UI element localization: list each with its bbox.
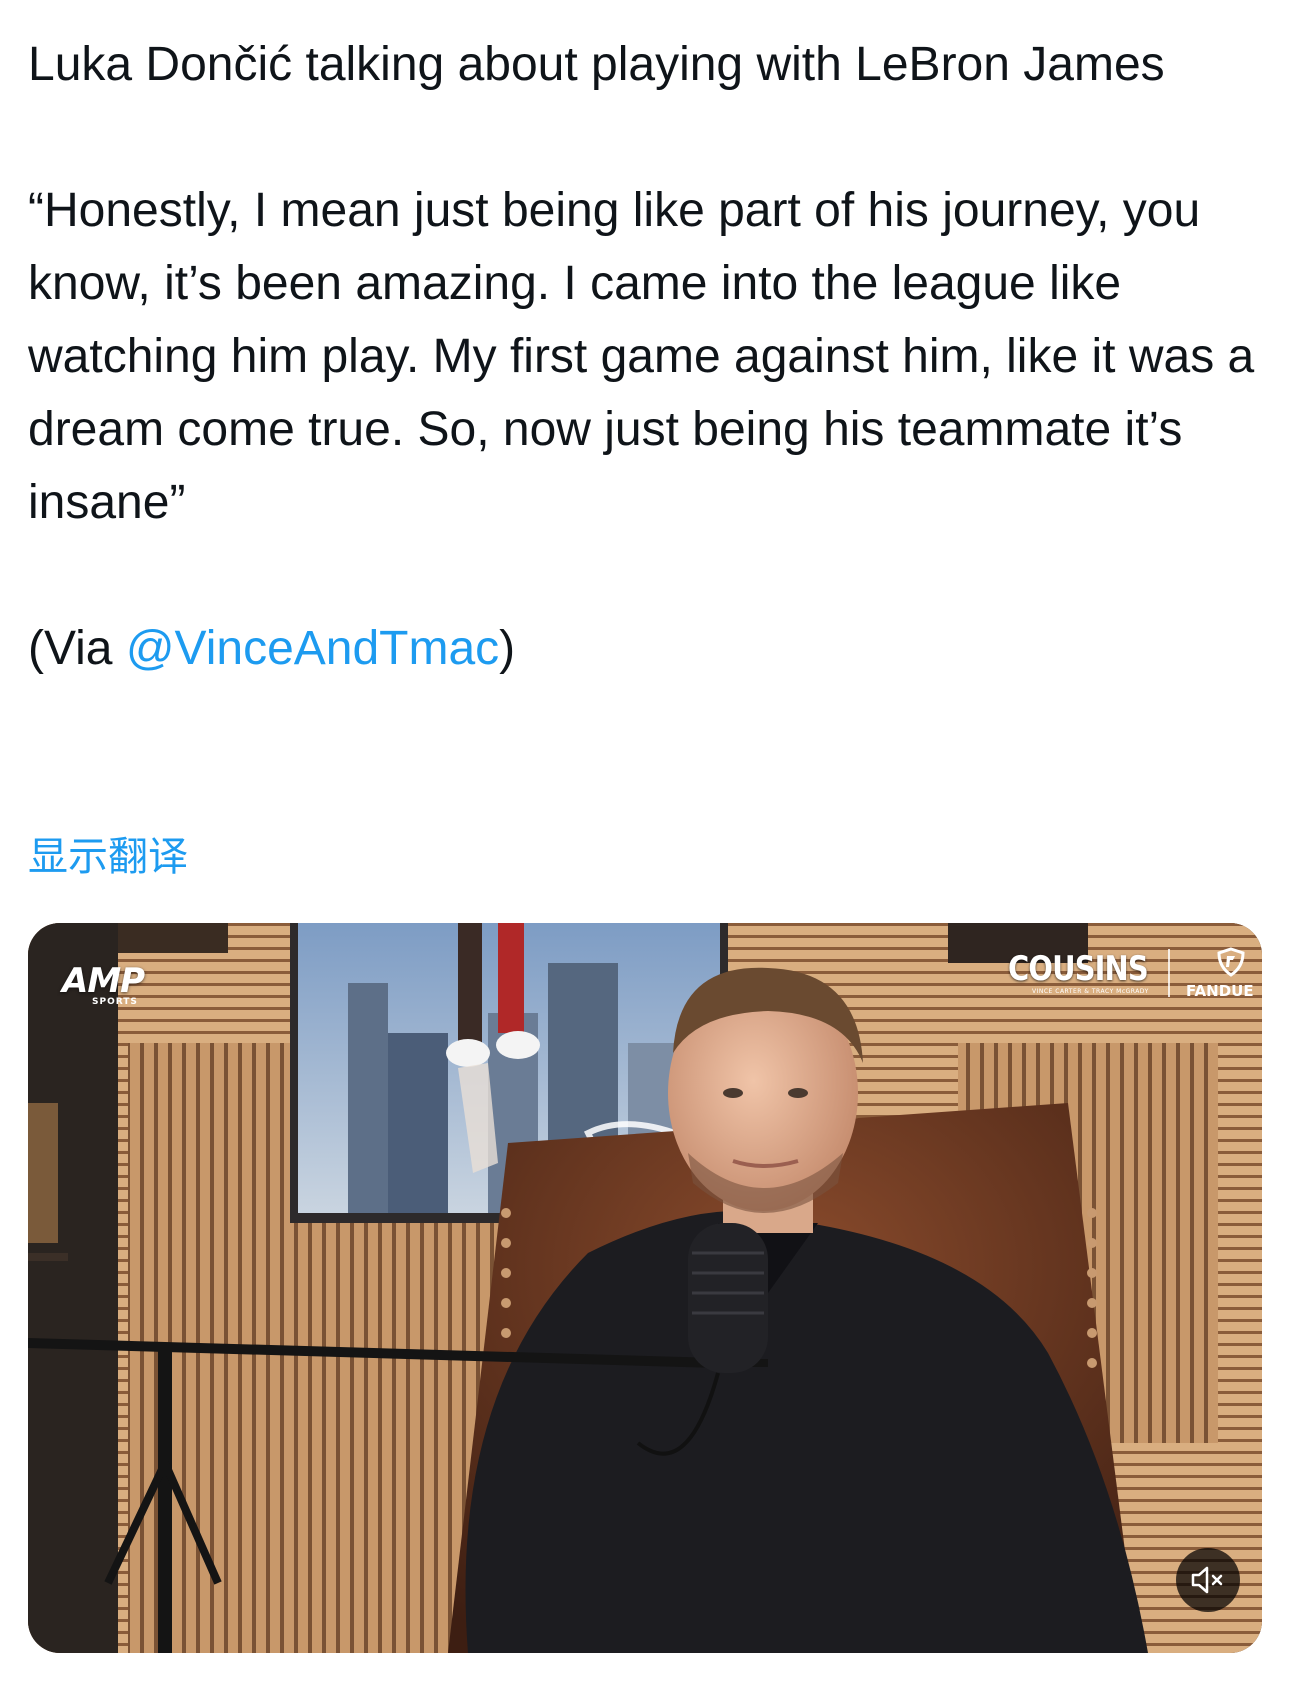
via-prefix: (Via (28, 622, 126, 675)
tweet-via: (Via @VinceAndTmac) (28, 612, 1262, 685)
cousins-logo-subtitle: VINCE CARTER & TRACY McGRADY (1032, 988, 1149, 995)
tweet-quote: “Honestly, I mean just being like part o… (28, 184, 1255, 529)
video-frame (28, 923, 1262, 1653)
show-translation-link[interactable]: 显示翻译 (28, 832, 188, 882)
tweet-text: Luka Dončić talking about playing with L… (28, 28, 1262, 685)
video-player[interactable]: AMP SPORTS COUSINS VINCE CARTER & TRACY … (28, 923, 1262, 1653)
logo-divider (1168, 949, 1170, 997)
fanduel-shield-icon (1217, 947, 1245, 977)
tweet-title-line: Luka Dončić talking about playing with L… (28, 38, 1165, 91)
unmute-button[interactable] (1176, 1548, 1240, 1612)
amp-logo-subtitle: SPORTS (92, 997, 138, 1007)
speaker-muted-icon (1191, 1566, 1223, 1594)
cousins-logo: COUSINS (1008, 949, 1149, 989)
amp-logo: AMP (62, 961, 145, 1001)
via-suffix: ) (499, 622, 516, 675)
mention-link[interactable]: @VinceAndTmac (126, 622, 499, 675)
fanduel-logo: FANDUE (1186, 982, 1254, 1000)
